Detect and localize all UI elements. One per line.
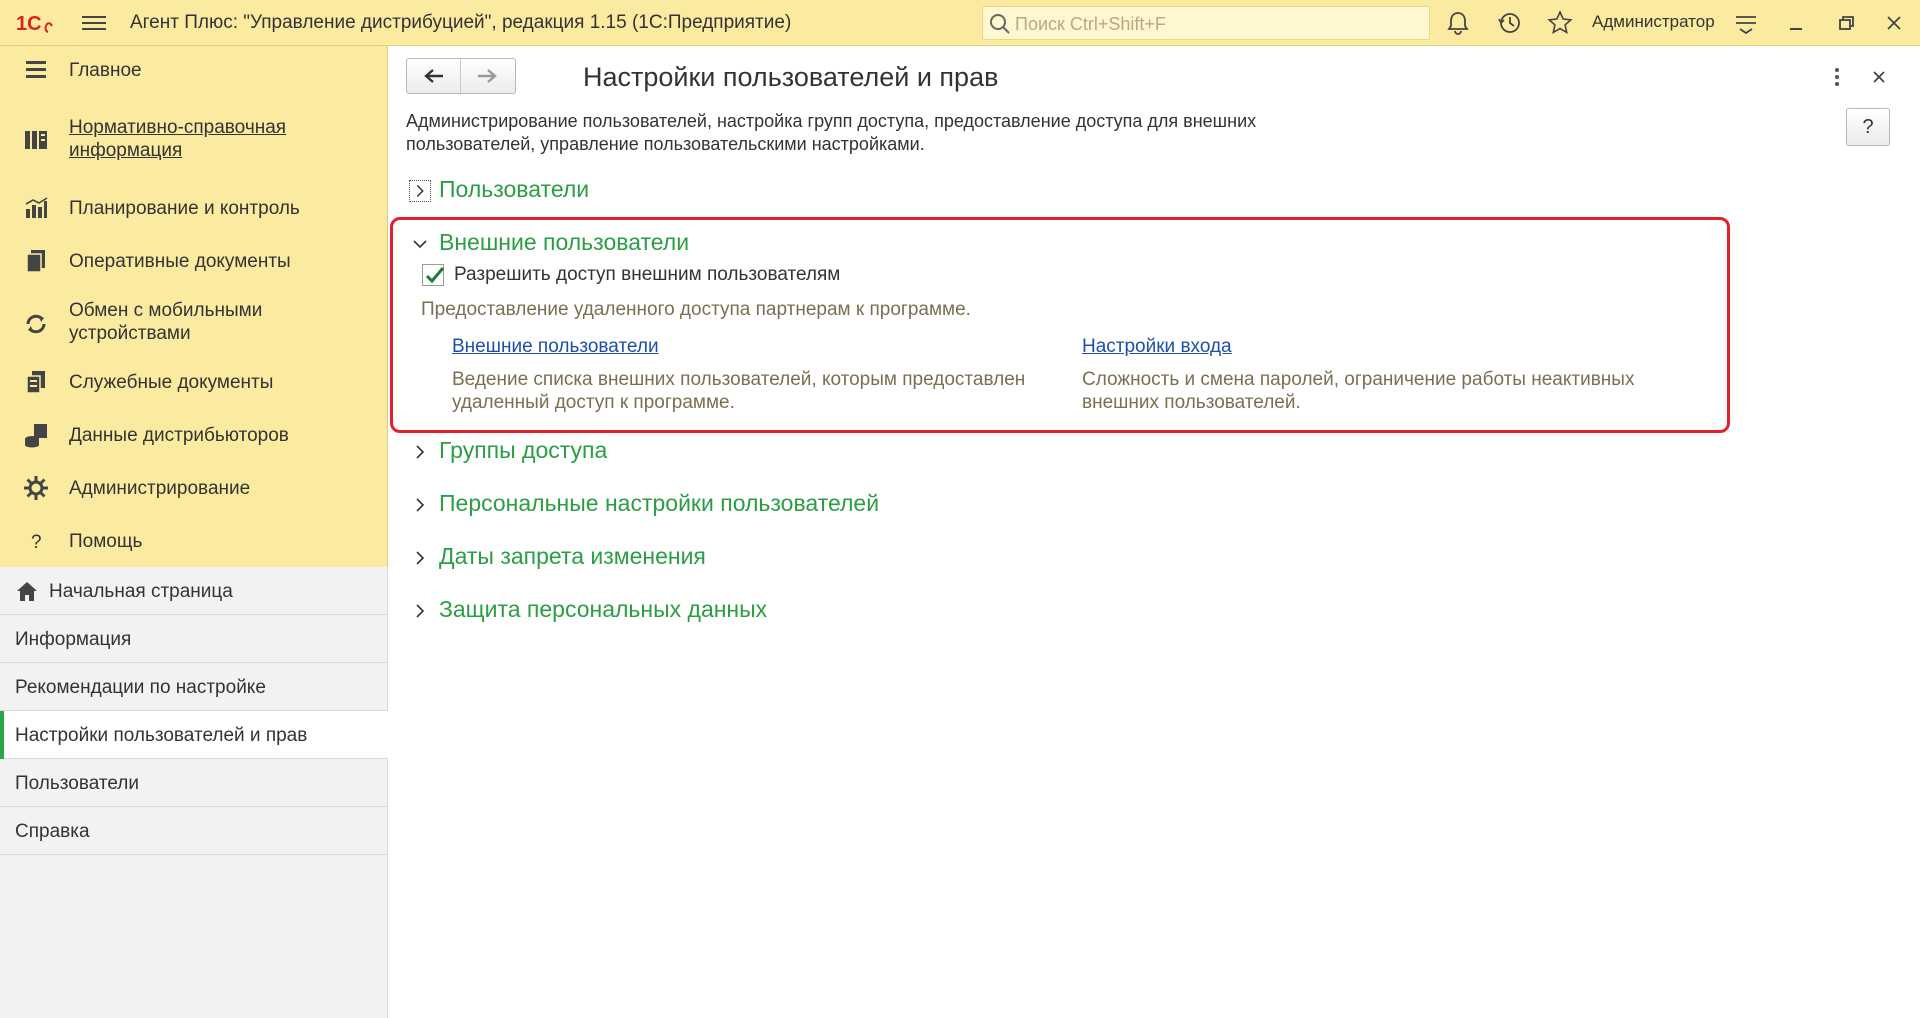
open-window-label: Пользователи (15, 773, 140, 794)
bar-chart-icon (25, 197, 48, 218)
external-users-link-description: Ведение списка внешних пользователей, ко… (452, 369, 1026, 413)
section-label: Нормативно-справочная информация (69, 117, 287, 161)
1c-logo[interactable]: 1С (16, 12, 64, 34)
section-help[interactable]: ? Помощь (0, 527, 388, 557)
section-service-docs[interactable]: Служебные документы (0, 368, 388, 398)
section-main[interactable]: Главное (0, 56, 388, 86)
open-window-label: Справка (15, 821, 90, 842)
section-distributor-data[interactable]: Данные дистрибьюторов (0, 421, 388, 451)
open-window-users[interactable]: Пользователи (0, 759, 388, 807)
form-title: Настройки пользователей и прав (583, 62, 999, 92)
open-window-information[interactable]: Информация (0, 615, 388, 663)
chevron-right-icon (416, 551, 425, 565)
section-operational-docs[interactable]: Оперативные документы (0, 247, 388, 277)
form-description: Администрирование пользователей, настрой… (406, 111, 1257, 154)
open-window-home[interactable]: Начальная страница (0, 567, 388, 615)
section-reference-info[interactable]: Нормативно-справочная информация (0, 114, 388, 164)
section-label: Данные дистрибьюторов (69, 425, 289, 446)
app-title: Агент Плюс: "Управление дистрибуцией", р… (130, 12, 792, 33)
section-label: Планирование и контроль (69, 198, 300, 219)
section-mobile-exchange[interactable]: Обмен с мобильными устройствами (0, 297, 388, 347)
svg-text:1С: 1С (16, 13, 42, 34)
star-icon[interactable] (1546, 9, 1574, 37)
login-settings-link-description: Сложность и смена паролей, ограничение р… (1082, 369, 1635, 413)
close-icon[interactable] (1880, 9, 1908, 37)
chevron-down-icon (413, 240, 427, 249)
search-input[interactable] (1015, 11, 1415, 37)
minimize-icon[interactable] (1782, 9, 1810, 37)
history-nav (406, 58, 516, 94)
group-title: Пользователи (439, 176, 590, 202)
group-title: Персональные настройки пользователей (439, 490, 880, 516)
section-label: Обмен с мобильными устройствами (69, 300, 263, 344)
open-window-label: Настройки пользователей и прав (15, 725, 308, 746)
history-icon[interactable] (1496, 9, 1524, 37)
checkbox-note: Предоставление удаленного доступа партне… (421, 299, 971, 320)
catalog-icon (25, 131, 47, 149)
chevron-right-icon (409, 180, 431, 202)
section-label: Главное (69, 60, 142, 81)
service-docs-icon (26, 371, 45, 394)
section-administration[interactable]: Администрирование (0, 474, 388, 504)
documents-icon (26, 250, 45, 273)
group-title: Защита персональных данных (439, 596, 768, 622)
arrow-left-icon (424, 69, 443, 83)
open-window-label: Начальная страница (49, 581, 233, 602)
chevron-right-icon (416, 604, 425, 618)
form-area: Настройки пользователей и прав ? Админис… (389, 46, 1920, 1018)
chevron-right-icon (416, 498, 425, 512)
arrow-right-icon (478, 69, 497, 83)
section-planning[interactable]: Планирование и контроль (0, 194, 388, 224)
current-user[interactable]: Администратор (1592, 12, 1715, 32)
bell-icon[interactable] (1444, 9, 1472, 37)
title-bar: 1С Агент Плюс: "Управление дистрибуцией"… (0, 0, 1920, 46)
open-window-setup-recommendations[interactable]: Рекомендации по настройке (0, 663, 388, 711)
login-settings-link[interactable]: Настройки входа (1082, 336, 1232, 358)
open-window-label: Рекомендации по настройке (15, 677, 266, 698)
section-label: Служебные документы (69, 372, 274, 393)
menu-lines-icon (26, 61, 46, 78)
global-search[interactable] (982, 6, 1430, 40)
restore-icon[interactable] (1832, 9, 1860, 37)
group-title: Группы доступа (439, 437, 608, 463)
checkmark-icon (425, 267, 445, 284)
open-window-label: Информация (15, 629, 132, 650)
settings-lines-icon[interactable] (1732, 9, 1760, 37)
group-title: Внешние пользователи (439, 229, 690, 255)
menu-icon[interactable] (80, 12, 108, 34)
chevron-right-icon (416, 445, 425, 459)
help-button[interactable]: ? (1846, 108, 1890, 146)
open-windows-panel: Начальная страница Информация Рекомендац… (0, 567, 388, 1018)
back-button[interactable] (407, 59, 461, 93)
group-title: Даты запрета изменения (439, 543, 706, 569)
search-icon (990, 14, 1010, 34)
checkbox-box[interactable] (422, 264, 445, 286)
question-icon: ? (31, 532, 42, 553)
exchange-icon (26, 314, 46, 334)
checkbox-label: Разрешить доступ внешним пользователям (454, 264, 841, 285)
section-label: Помощь (69, 531, 143, 552)
open-window-help[interactable]: Справка (0, 807, 388, 855)
section-label: Администрирование (69, 478, 251, 499)
open-window-user-rights-settings[interactable]: Настройки пользователей и прав (0, 711, 388, 759)
svg-text:?: ? (31, 532, 42, 553)
distributor-data-icon (25, 424, 47, 448)
home-icon (17, 582, 37, 601)
external-users-link[interactable]: Внешние пользователи (452, 336, 659, 358)
close-form-icon[interactable] (1867, 64, 1891, 90)
section-label: Оперативные документы (69, 251, 291, 272)
gear-icon (24, 476, 48, 500)
more-options-icon[interactable] (1825, 64, 1849, 90)
forward-button[interactable] (462, 59, 516, 93)
